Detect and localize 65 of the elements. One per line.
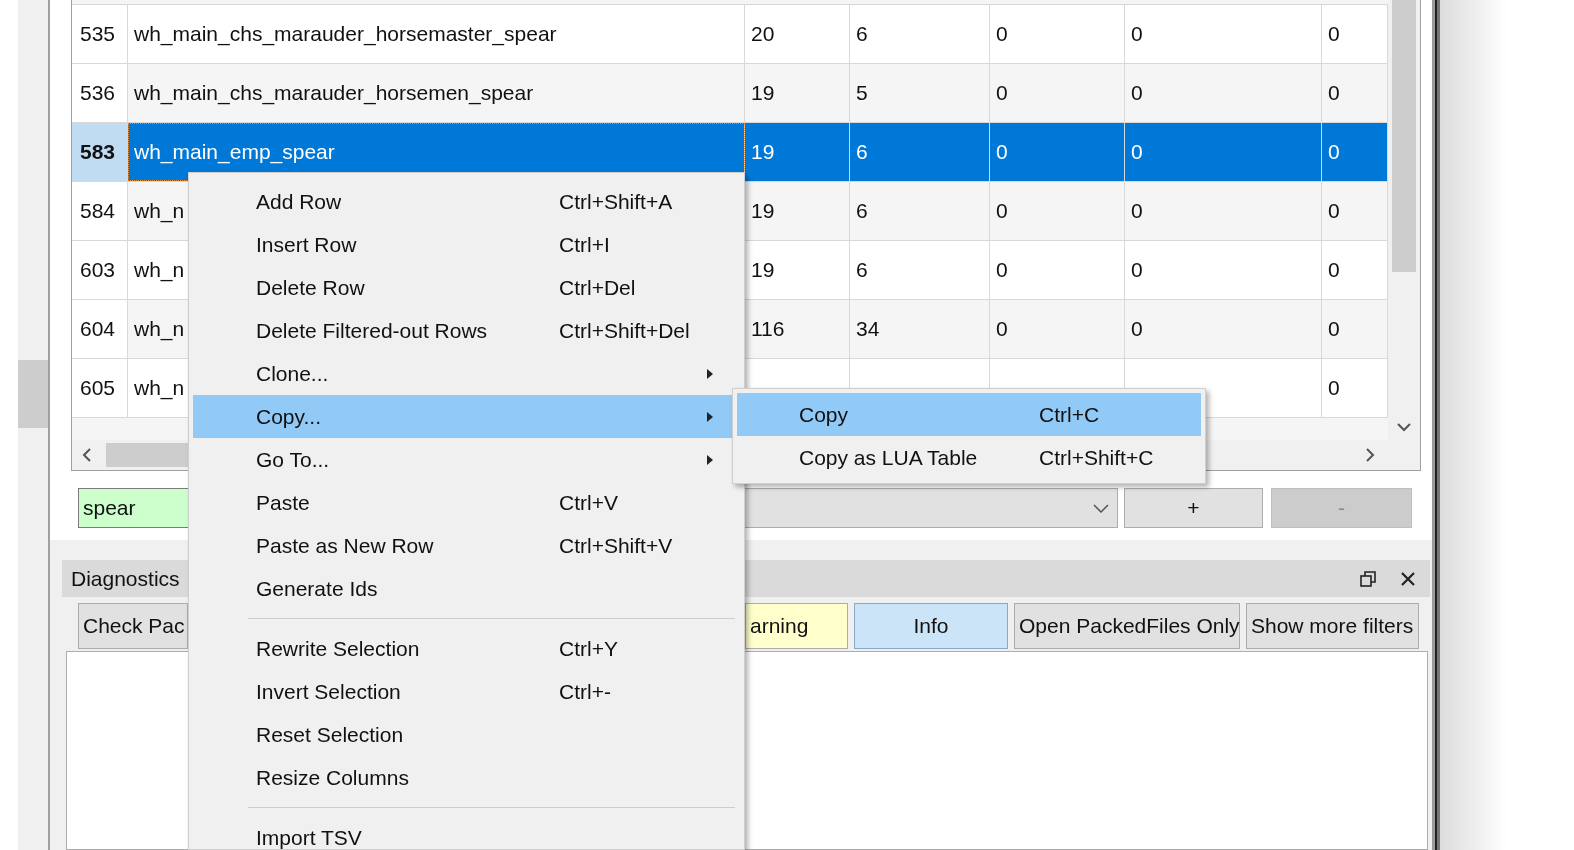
- table-cell: wh_main_chs_marauder_horsemen_spear: [128, 64, 745, 122]
- table-cell: 0: [1125, 182, 1322, 240]
- table-cell: 0: [1125, 241, 1322, 299]
- table-cell: 34: [850, 300, 990, 358]
- menu-item[interactable]: Reset Selection: [193, 713, 740, 756]
- table-cell: 0: [990, 182, 1125, 240]
- filter-button[interactable]: Info: [854, 603, 1008, 649]
- float-icon[interactable]: [1360, 570, 1376, 587]
- shortcut-text: Ctrl+-: [559, 678, 611, 705]
- filter-button[interactable]: Open PackedFiles Only: [1014, 603, 1240, 649]
- row-header[interactable]: 536: [72, 64, 128, 122]
- table-cell: 0: [990, 300, 1125, 358]
- shortcut-text: Ctrl+Y: [559, 635, 618, 662]
- scroll-right-icon[interactable]: [1366, 448, 1375, 462]
- table-cell: 0: [1125, 64, 1322, 122]
- table-cell: 20: [745, 5, 850, 63]
- menu-item[interactable]: Copy Ctrl+C: [737, 393, 1201, 436]
- filter-button[interactable]: arning: [745, 603, 848, 649]
- table-cell: 0: [990, 123, 1125, 181]
- table-cell: 0: [1125, 5, 1322, 63]
- scroll-left-icon[interactable]: [82, 448, 91, 462]
- table-cell: 6: [850, 241, 990, 299]
- menu-item[interactable]: Generate Ids: [193, 567, 740, 610]
- dock-title: Diagnostics: [71, 565, 180, 592]
- menu-item[interactable]: Invert Selection Ctrl+-: [193, 670, 740, 713]
- scroll-down-icon[interactable]: [1397, 423, 1411, 432]
- table-cell: 5: [850, 64, 990, 122]
- menu-item[interactable]: Delete Filtered-out Rows Ctrl+Shift+Del: [193, 309, 740, 352]
- table-cell: 0: [1125, 123, 1322, 181]
- chevron-down-icon: [1093, 503, 1109, 513]
- add-button[interactable]: +: [1124, 488, 1263, 528]
- menu-item[interactable]: Paste Ctrl+V: [193, 481, 740, 524]
- shortcut-text: Ctrl+C: [1039, 401, 1100, 428]
- shortcut-text: Ctrl+Del: [559, 274, 636, 301]
- shortcut-text: Ctrl+Shift+C: [1039, 444, 1154, 471]
- table-cell: 0: [990, 64, 1125, 122]
- scrollbar-thumb[interactable]: [18, 360, 48, 428]
- menu-item[interactable]: Import TSV: [193, 816, 740, 849]
- shortcut-text: Ctrl+V: [559, 489, 618, 516]
- menu-item[interactable]: Copy as LUA Table Ctrl+Shift+C: [737, 436, 1201, 479]
- shortcut-text: Ctrl+Shift+Del: [559, 317, 690, 344]
- menu-item[interactable]: Add Row Ctrl+Shift+A: [193, 180, 740, 223]
- table-cell: 0: [1125, 300, 1322, 358]
- table-cell: 0: [990, 241, 1125, 299]
- menu-item[interactable]: Paste as New Row Ctrl+Shift+V: [193, 524, 740, 567]
- table-cell: wh_main_chs_marauder_horsemaster_spear: [128, 5, 745, 63]
- table-cell: 6: [850, 182, 990, 240]
- shortcut-text: Ctrl+Shift+V: [559, 532, 673, 559]
- table-cell: 0: [990, 5, 1125, 63]
- close-icon[interactable]: [1400, 570, 1416, 587]
- scrollbar-thumb[interactable]: [1392, 0, 1416, 272]
- table-cell: 6: [850, 5, 990, 63]
- table-cell: 19: [745, 64, 850, 122]
- row-header[interactable]: 604: [72, 300, 128, 358]
- filter-button[interactable]: Check Pac: [78, 603, 188, 649]
- table-cell: 19: [745, 123, 850, 181]
- filter-button[interactable]: Show more filters: [1246, 603, 1419, 649]
- row-header[interactable]: 584: [72, 182, 128, 240]
- table-cell: 6: [850, 123, 990, 181]
- vertical-scrollbar[interactable]: [1388, 0, 1420, 440]
- menu-item[interactable]: Rewrite Selection Ctrl+Y: [193, 627, 740, 670]
- row-header[interactable]: 583: [72, 123, 128, 181]
- shortcut-text: Ctrl+Shift+A: [559, 188, 673, 215]
- menu-item[interactable]: Resize Columns: [193, 756, 740, 799]
- table-cell: 0: [1322, 123, 1388, 181]
